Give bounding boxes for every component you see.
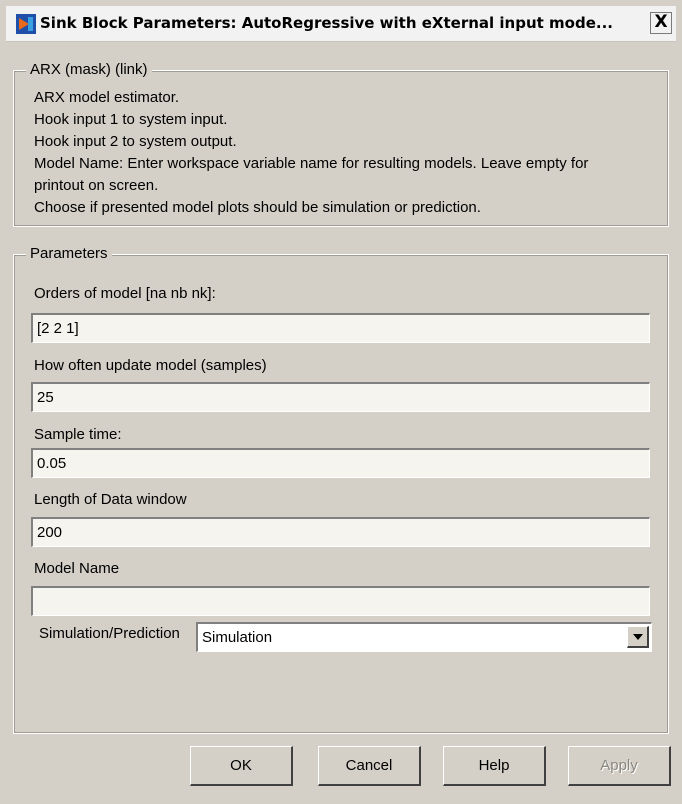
dialog-window: Sink Block Parameters: AutoRegressive wi… bbox=[0, 0, 682, 804]
description-line: Model Name: Enter workspace variable nam… bbox=[34, 155, 589, 172]
description-line: Choose if presented model plots should b… bbox=[34, 199, 481, 216]
title-bar[interactable]: Sink Block Parameters: AutoRegressive wi… bbox=[6, 6, 676, 42]
parameters-group-legend: Parameters bbox=[26, 245, 112, 262]
orders-of-model-input[interactable] bbox=[31, 313, 650, 343]
sample-time-input[interactable] bbox=[31, 448, 650, 478]
model-name-label: Model Name bbox=[34, 560, 120, 577]
simulink-app-icon bbox=[16, 14, 36, 34]
data-window-length-input[interactable] bbox=[31, 517, 650, 547]
window-title: Sink Block Parameters: AutoRegressive wi… bbox=[40, 14, 613, 32]
description-group-legend: ARX (mask) (link) bbox=[26, 61, 152, 78]
sample-time-label: Sample time: bbox=[34, 426, 122, 443]
update-interval-label: How often update model (samples) bbox=[34, 357, 267, 374]
select-value: Simulation bbox=[202, 629, 273, 646]
ok-button[interactable]: OK bbox=[190, 746, 293, 786]
description-line: printout on screen. bbox=[34, 177, 159, 194]
parameters-group: Parameters Orders of model [na nb nk]: H… bbox=[13, 245, 669, 734]
description-group: ARX (mask) (link) ARX model estimator. H… bbox=[13, 61, 669, 227]
simulation-prediction-select[interactable]: Simulation bbox=[196, 622, 652, 652]
description-line: ARX model estimator. bbox=[34, 89, 180, 106]
model-name-input[interactable] bbox=[31, 586, 650, 616]
update-interval-input[interactable] bbox=[31, 382, 650, 412]
description-line: Hook input 2 to system output. bbox=[34, 133, 237, 150]
close-button[interactable]: X bbox=[650, 12, 672, 34]
chevron-down-icon[interactable] bbox=[627, 626, 649, 648]
apply-button[interactable]: Apply bbox=[568, 746, 671, 786]
description-line: Hook input 1 to system input. bbox=[34, 111, 228, 128]
help-button[interactable]: Help bbox=[443, 746, 546, 786]
cancel-button[interactable]: Cancel bbox=[318, 746, 421, 786]
orders-of-model-label: Orders of model [na nb nk]: bbox=[34, 285, 216, 302]
data-window-length-label: Length of Data window bbox=[34, 491, 187, 508]
simulation-prediction-label: Simulation/Prediction bbox=[39, 625, 180, 642]
